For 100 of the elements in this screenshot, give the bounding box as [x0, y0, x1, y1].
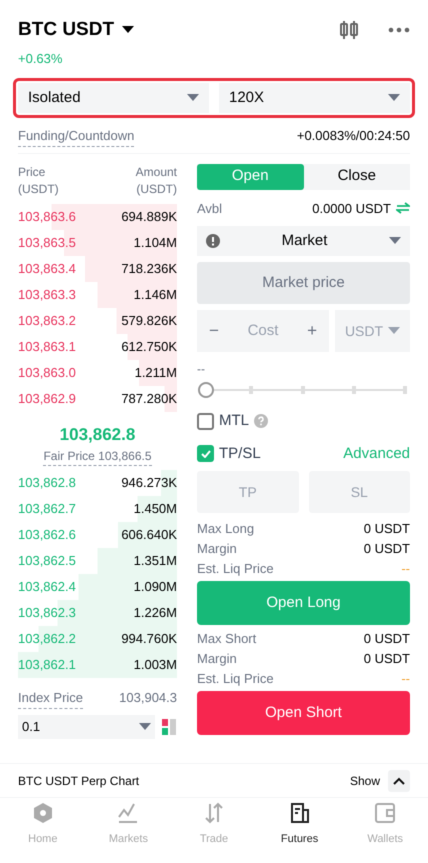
order-price: 103,863.5: [18, 234, 76, 252]
order-amount: 1.104M: [134, 234, 177, 252]
chart-bar-title: BTC USDT Perp Chart: [18, 772, 140, 790]
info-label: Est. Liq Price: [197, 560, 274, 578]
order-tab[interactable]: Open: [197, 164, 304, 190]
order-price: 103,863.4: [18, 260, 76, 278]
order-price: 103,862.7: [18, 500, 76, 518]
checkbox[interactable]: [197, 445, 214, 462]
order-amount: 1.351M: [134, 552, 177, 570]
expand-button[interactable]: [388, 770, 410, 792]
order-amount: 1.211M: [134, 364, 177, 382]
candlestick-icon[interactable]: [338, 19, 360, 42]
advanced-link[interactable]: Advanced: [343, 442, 410, 465]
order-amount: 946.273K: [121, 474, 177, 492]
price-header: Price (USDT): [18, 164, 59, 198]
order-price: 103,863.1: [18, 338, 76, 356]
order-price: 103,862.3: [18, 604, 76, 622]
order-price: 103,862.2: [18, 630, 76, 648]
cost-field[interactable]: − Cost +: [197, 310, 329, 352]
amount-slider[interactable]: [198, 380, 409, 400]
caret-icon: [139, 722, 151, 730]
info-value: 0 USDT: [364, 520, 410, 538]
chevron-up-icon: [393, 776, 405, 784]
order-price: 103,862.6: [18, 526, 76, 544]
order-price: 103,862.9: [18, 390, 76, 408]
order-amount: 1.450M: [134, 500, 177, 518]
funding-value: +0.0083%/00:24:50: [296, 127, 410, 145]
unit-select[interactable]: USDT: [335, 310, 410, 352]
tp-field[interactable]: TP: [197, 471, 298, 513]
avbl-value: 0.0000 USDT: [312, 200, 391, 218]
caret-icon: [388, 327, 400, 335]
order-price: 103,863.2: [18, 312, 76, 330]
plus-button[interactable]: +: [307, 318, 317, 344]
fair-price: Fair Price 103,866.5: [43, 447, 152, 466]
order-amount: 787.280K: [121, 390, 177, 408]
info-value: 0 USDT: [364, 540, 410, 558]
funding-label: Funding/Countdown: [18, 126, 134, 146]
order-price: 103,862.4: [18, 578, 76, 596]
nav-tab[interactable]: Home: [0, 798, 86, 851]
nav-tab[interactable]: Wallets: [342, 798, 428, 851]
nav-tab[interactable]: Markets: [86, 798, 172, 851]
open-short-button[interactable]: Open Short: [197, 691, 410, 735]
nav-tab[interactable]: Futures: [256, 798, 342, 851]
order-amount: 612.750K: [121, 338, 177, 356]
avbl-label: Avbl: [197, 200, 222, 218]
minus-button[interactable]: −: [209, 318, 219, 344]
order-price: 103,863.6: [18, 208, 76, 226]
show-label: Show: [350, 772, 380, 790]
more-icon[interactable]: [388, 27, 410, 34]
order-amount: 1.146M: [134, 286, 177, 304]
amount-header: Amount (USDT): [136, 164, 177, 198]
leverage-select[interactable]: 120X: [219, 83, 410, 113]
transfer-icon[interactable]: [396, 202, 410, 214]
order-type-select[interactable]: Market: [197, 226, 410, 256]
checkbox-label: TP/SL: [219, 444, 261, 464]
info-value: --: [401, 560, 410, 578]
precision-select[interactable]: 0.1: [18, 714, 155, 738]
info-label: Max Long: [197, 520, 254, 538]
check-icon: [200, 450, 210, 458]
pair-selector[interactable]: BTC USDT: [18, 16, 134, 44]
order-amount: 718.236K: [121, 260, 177, 278]
order-amount: 606.640K: [121, 526, 177, 544]
info-value: 0 USDT: [364, 650, 410, 668]
order-price: 103,863.3: [18, 286, 76, 304]
checkbox[interactable]: [197, 412, 214, 430]
last-price: 103,862.8: [60, 424, 136, 446]
caret-icon: [389, 237, 401, 245]
order-tab[interactable]: Close: [304, 164, 410, 190]
info-label: Max Short: [197, 630, 256, 648]
order-amount: 1.003M: [134, 656, 177, 674]
index-price-value: 103,904.3: [119, 689, 177, 707]
checkbox-label: MTL: [219, 411, 249, 431]
caret-icon: [388, 94, 400, 102]
slider-reading: --: [197, 361, 206, 378]
nav-tab[interactable]: Trade: [171, 798, 257, 851]
order-price: 103,863.0: [18, 364, 76, 382]
sl-field[interactable]: SL: [308, 471, 410, 513]
order-price: 103,862.1: [18, 656, 76, 674]
cost-input[interactable]: Cost: [238, 320, 288, 342]
info-label: Est. Liq Price: [197, 670, 274, 688]
info-icon: [206, 234, 220, 248]
price-field: Market price: [197, 262, 410, 304]
caret-icon: [122, 26, 134, 34]
open-long-button[interactable]: Open Long: [197, 581, 410, 625]
margin-mode-select[interactable]: Isolated: [18, 83, 209, 113]
order-amount: 579.826K: [121, 312, 177, 330]
order-price: 103,862.5: [18, 552, 76, 570]
caret-icon: [187, 94, 199, 102]
info-value: --: [401, 670, 410, 688]
info-value: 0 USDT: [364, 630, 410, 648]
layout-icon[interactable]: [161, 718, 177, 736]
order-amount: 994.760K: [121, 630, 177, 648]
slider-thumb[interactable]: [198, 382, 214, 398]
order-price: 103,862.8: [18, 474, 76, 492]
order-amount: 694.889K: [121, 208, 177, 226]
wallet-icon: [373, 801, 398, 826]
order-amount: 1.226M: [134, 604, 177, 622]
info-label: Margin: [197, 540, 237, 558]
index-price-label: Index Price: [18, 688, 84, 708]
info-label: Margin: [197, 650, 237, 668]
